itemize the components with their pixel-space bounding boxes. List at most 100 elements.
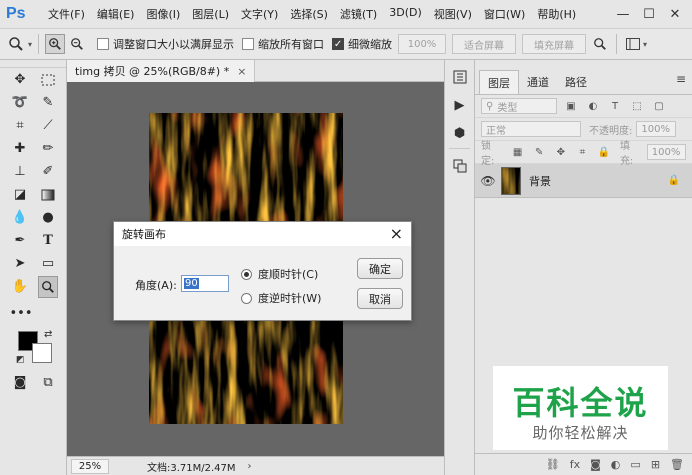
gradient-tool-icon[interactable] <box>38 184 58 206</box>
hand-tool-icon[interactable]: ✋ <box>10 276 30 298</box>
smart-object-filter-icon[interactable]: ▢ <box>651 98 667 114</box>
default-colors-icon[interactable]: ◩ <box>16 355 25 365</box>
more-tools-icon[interactable]: ••• <box>10 303 33 325</box>
quick-selection-tool-icon[interactable]: ✎ <box>38 92 58 114</box>
lock-position-icon[interactable]: ✥ <box>553 144 569 160</box>
layer-row-background[interactable]: 👁 背景 🔒 <box>475 164 692 198</box>
rectangle-tool-icon[interactable]: ▭ <box>38 253 58 275</box>
menu-help[interactable]: 帮助(H) <box>531 6 582 22</box>
menu-3d[interactable]: 3D(D) <box>383 6 428 22</box>
type-filter-icon[interactable]: T <box>607 98 623 114</box>
maximize-button[interactable]: ☐ <box>636 7 662 22</box>
visibility-eye-icon[interactable]: 👁 <box>475 174 501 188</box>
lasso-tool-icon[interactable]: ➰ <box>10 92 30 114</box>
opacity-field[interactable]: 100% <box>636 121 677 137</box>
quick-mask-icon[interactable]: ◙ <box>10 372 30 394</box>
layer-filter-select[interactable]: ⚲ 类型 <box>481 98 557 114</box>
delete-layer-icon[interactable]: 🗑 <box>670 458 684 471</box>
options-bar: ▾ 调整窗口大小以满屏显示 缩放所有窗口 ✓ 细微缩放 100% 适合屏幕 填充… <box>0 28 692 60</box>
fit-screen-button[interactable]: 适合屏幕 <box>452 34 517 54</box>
menu-select[interactable]: 选择(S) <box>284 6 334 22</box>
zoom-all-windows-checkbox[interactable]: 缩放所有窗口 <box>242 36 324 52</box>
menu-image[interactable]: 图像(I) <box>140 6 186 22</box>
dodge-tool-icon[interactable]: ● <box>38 207 58 229</box>
link-layers-icon[interactable]: ⛓ <box>546 458 560 471</box>
ok-button[interactable]: 确定 <box>357 258 403 279</box>
menu-type[interactable]: 文字(Y) <box>235 6 284 22</box>
fill-screen-button[interactable]: 填充屏幕 <box>522 34 587 54</box>
zoom-100-button[interactable]: 100% <box>398 34 447 54</box>
move-tool-icon[interactable]: ✥ <box>10 69 30 91</box>
lock-all-icon[interactable]: 🔒 <box>596 144 612 160</box>
fill-field[interactable]: 100% <box>646 144 687 160</box>
brush-tool-icon[interactable]: ✏ <box>38 138 58 160</box>
counterclockwise-radio[interactable]: 度逆时针(W) <box>241 290 321 306</box>
watermark-logo: 百科全说 助你轻松解决 <box>493 366 668 450</box>
checkbox-unchecked <box>97 38 110 50</box>
close-window-button[interactable]: ✕ <box>662 7 688 22</box>
history-panel-icon[interactable] <box>449 66 471 88</box>
blend-mode-select[interactable]: 正常 <box>481 121 581 137</box>
screen-mode-icon[interactable]: ⧉ <box>38 372 58 394</box>
minimize-button[interactable]: — <box>610 7 636 22</box>
workspace-icon[interactable] <box>623 34 643 54</box>
chevron-right-icon[interactable]: › <box>248 461 252 472</box>
menu-view[interactable]: 视图(V) <box>428 6 478 22</box>
menu-file[interactable]: 文件(F) <box>42 6 91 22</box>
pen-tool-icon[interactable]: ✒ <box>10 230 30 252</box>
layer-mask-icon[interactable]: ◙ <box>590 458 601 471</box>
panel-grip[interactable] <box>0 60 66 68</box>
cancel-button[interactable]: 取消 <box>357 288 403 309</box>
menu-window[interactable]: 窗口(W) <box>478 6 531 22</box>
menu-filter[interactable]: 滤镜(T) <box>334 6 383 22</box>
tab-paths[interactable]: 路径 <box>557 70 595 94</box>
swap-colors-icon[interactable]: ⇄ <box>44 329 52 340</box>
zoom-level-field[interactable]: 25% <box>71 458 109 474</box>
history-brush-tool-icon[interactable]: ✐ <box>38 161 58 183</box>
zoom-tool-icon[interactable] <box>37 275 58 298</box>
blur-tool-icon[interactable]: 💧 <box>10 207 30 229</box>
lock-row: 锁定: ▦ ✎ ✥ ⌗ 🔒 填充: 100% <box>475 141 692 167</box>
tab-channels[interactable]: 通道 <box>519 70 557 94</box>
menu-layer[interactable]: 图层(L) <box>186 6 235 22</box>
eraser-tool-icon[interactable]: ◪ <box>10 184 30 206</box>
close-tab-icon[interactable]: × <box>237 65 246 78</box>
lock-artboard-icon[interactable]: ⌗ <box>575 144 591 160</box>
document-tab[interactable]: timg 拷贝 @ 25%(RGB/8#) * × <box>67 60 256 82</box>
scrubby-zoom-checkbox[interactable]: ✓ 细微缩放 <box>332 36 392 52</box>
angle-input[interactable]: 90 <box>181 275 229 292</box>
path-selection-tool-icon[interactable]: ➤ <box>10 253 30 275</box>
actions-play-icon[interactable]: ▶ <box>449 94 471 116</box>
layer-style-icon[interactable]: fx <box>570 458 580 471</box>
clockwise-radio[interactable]: 度顺时针(C) <box>241 266 318 282</box>
menu-edit[interactable]: 编辑(E) <box>91 6 141 22</box>
zoom-out-button[interactable] <box>67 34 87 54</box>
resize-windows-checkbox[interactable]: 调整窗口大小以满屏显示 <box>97 36 234 52</box>
background-color-swatch[interactable] <box>32 343 52 363</box>
dialog-title: 旋转画布 <box>122 228 166 241</box>
zoom-in-button[interactable] <box>45 34 66 54</box>
3d-panel-icon[interactable]: ⬢ <box>449 122 471 144</box>
eyedropper-tool-icon[interactable]: ⟋ <box>38 115 58 137</box>
type-tool-icon[interactable]: T <box>38 230 58 252</box>
new-layer-icon[interactable]: ⊞ <box>651 458 660 471</box>
shape-filter-icon[interactable]: ⬚ <box>629 98 645 114</box>
lock-image-icon[interactable]: ✎ <box>531 144 547 160</box>
clone-stamp-tool-icon[interactable]: ⊥ <box>10 161 30 183</box>
close-icon[interactable]: × <box>390 224 403 243</box>
pixel-filter-icon[interactable]: ▣ <box>563 98 579 114</box>
panel-menu-icon[interactable]: ≡ <box>676 72 686 86</box>
new-group-icon[interactable]: ▭ <box>630 458 640 471</box>
tab-layers[interactable]: 图层 <box>479 70 519 94</box>
lock-transparent-icon[interactable]: ▦ <box>510 144 526 160</box>
marquee-tool-icon[interactable] <box>38 69 58 91</box>
adjustment-layer-icon[interactable]: ◐ <box>611 458 621 471</box>
properties-panel-icon[interactable] <box>449 155 471 177</box>
search-icon[interactable] <box>590 34 610 54</box>
document-info: 文档:3.71M/2.47M <box>147 462 236 474</box>
zoom-tool-preset-icon[interactable] <box>6 34 26 54</box>
healing-brush-tool-icon[interactable]: ✚ <box>10 138 30 160</box>
dialog-title-bar: 旋转画布 × <box>114 222 411 246</box>
adjustment-filter-icon[interactable]: ◐ <box>585 98 601 114</box>
crop-tool-icon[interactable]: ⌗ <box>10 115 30 137</box>
